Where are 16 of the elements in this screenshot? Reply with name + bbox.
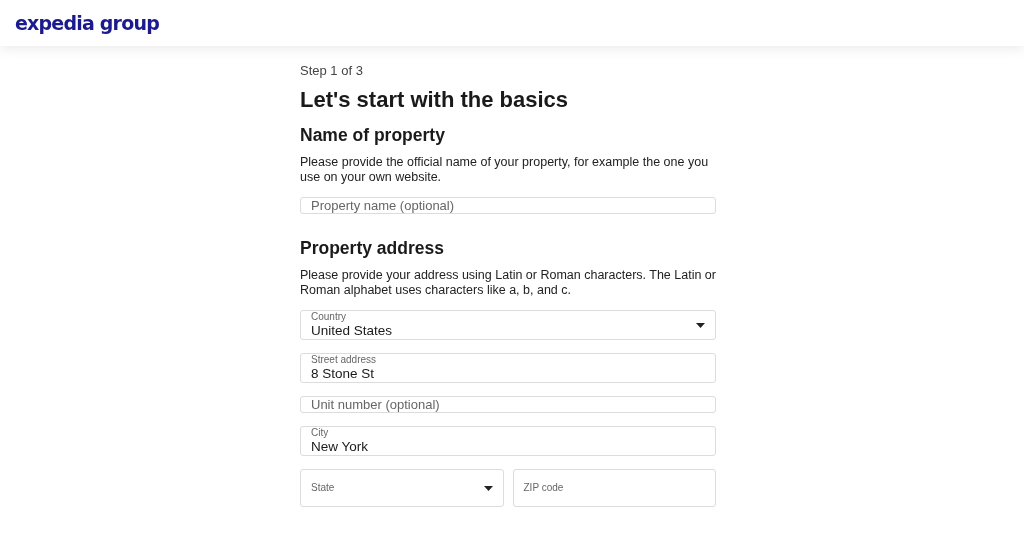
select-field[interactable]: Country United States bbox=[300, 310, 716, 340]
section-title: Property address bbox=[300, 238, 445, 259]
select-field[interactable]: State bbox=[300, 469, 504, 507]
input-field[interactable]: Property name (optional) bbox=[300, 197, 716, 214]
section-description: Please provide your address using Latin or Roman characters. The Latin or Roman alphabet uses characters like a, b, and c. bbox=[300, 268, 716, 298]
input-field[interactable]: Unit number (optional) bbox=[300, 396, 716, 413]
input-field[interactable]: Street address 8 Stone St bbox=[300, 353, 716, 383]
logo[interactable]: expedia group bbox=[15, 12, 159, 34]
section-title: Name of property bbox=[300, 125, 446, 146]
caret-icon bbox=[696, 322, 705, 328]
caret-icon bbox=[483, 485, 493, 491]
section-description: Please provide the official name of your property, for example the one you use on your own website. bbox=[300, 155, 710, 185]
page-title: Let's start with the basics bbox=[300, 87, 570, 113]
step-indicator: Step 1 of 3 bbox=[300, 63, 364, 78]
input-field[interactable]: City New York bbox=[300, 426, 716, 456]
input-field[interactable]: ZIP code bbox=[512, 469, 716, 507]
